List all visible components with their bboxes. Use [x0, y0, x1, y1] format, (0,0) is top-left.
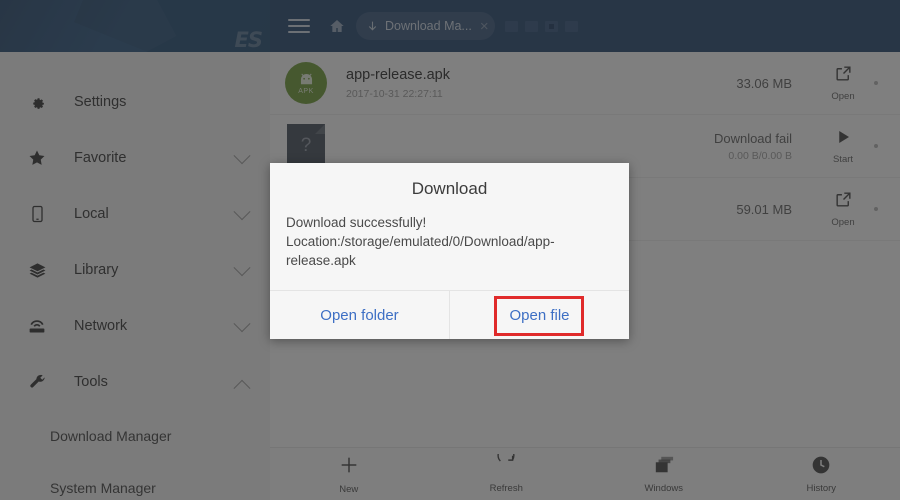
dialog-title: Download: [411, 179, 488, 198]
dialog-message: Download successfully! Location:/storage…: [270, 213, 629, 290]
app-root: ES Settings Favorite: [0, 0, 900, 500]
dialog-message-line2: Location:/storage/emulated/0/Download/ap…: [286, 234, 555, 268]
dialog-actions: Open folder Open file: [270, 290, 629, 339]
dialog-message-line1: Download successfully!: [286, 215, 427, 230]
open-folder-button[interactable]: Open folder: [270, 291, 449, 339]
download-dialog: Download Download successfully! Location…: [270, 163, 629, 339]
open-file-button[interactable]: Open file: [449, 291, 629, 339]
